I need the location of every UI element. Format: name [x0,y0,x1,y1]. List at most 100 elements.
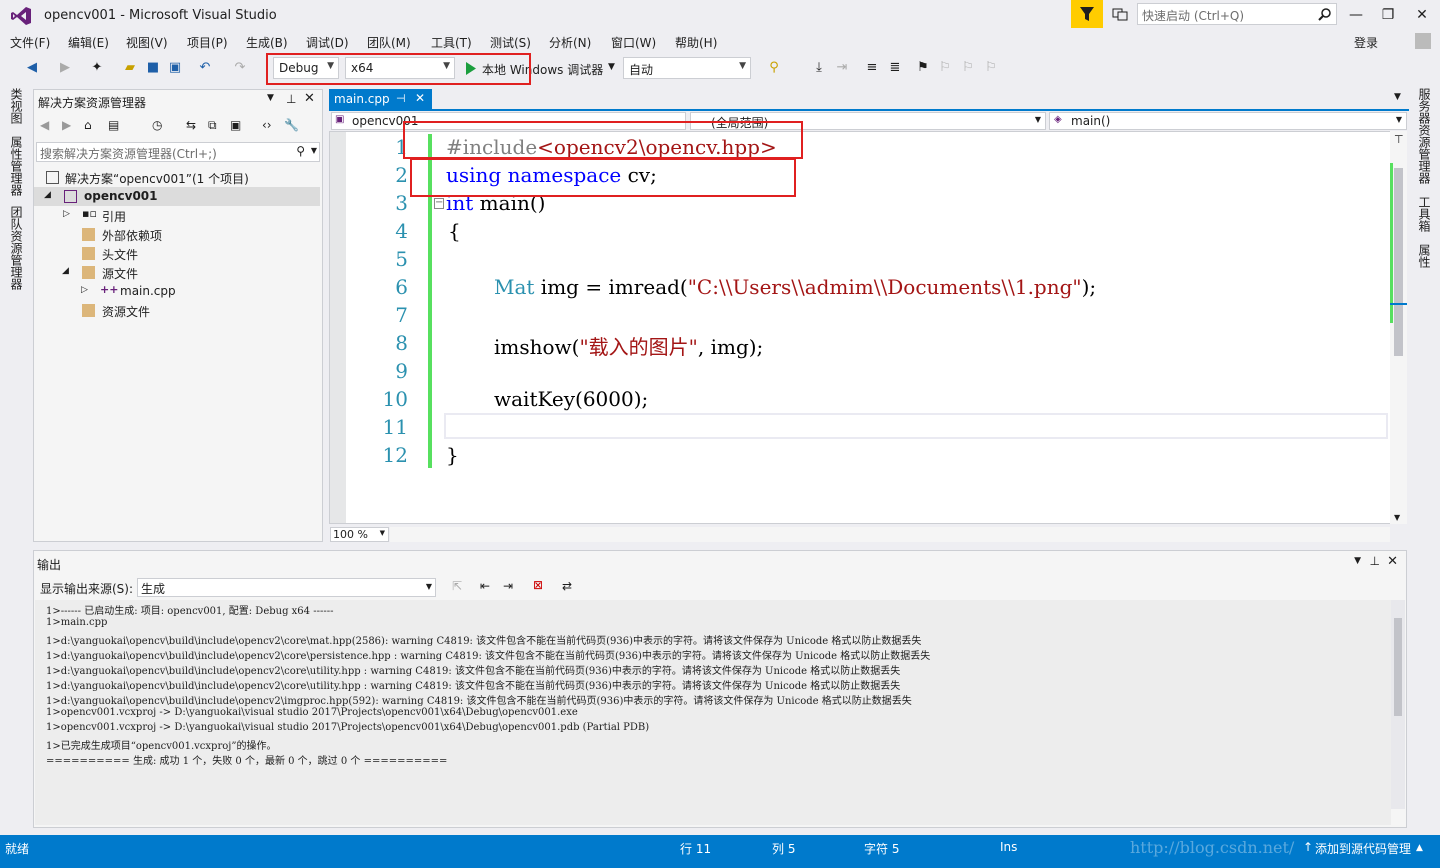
clear-bookmarks-icon[interactable]: ⚐ [983,60,999,76]
maximize-button[interactable]: ❐ [1373,4,1403,26]
add-to-source-control-button[interactable]: 添加到源代码管理 [1315,840,1411,857]
output-vertical-scrollbar[interactable] [1391,600,1405,809]
previous-bookmark-icon[interactable]: ⚐ [937,60,953,76]
minimize-button[interactable]: — [1341,4,1371,26]
zoom-level-select[interactable]: 100 % ▼ [330,527,389,542]
tree-item-external-deps[interactable]: 外部依赖项 [34,225,320,244]
new-project-icon[interactable]: ✦ [89,60,105,76]
login-link[interactable]: 登录 [1354,34,1378,51]
chevron-up-icon[interactable]: ▲ [1416,843,1423,853]
switch-views-icon[interactable]: ▤ [108,118,119,132]
step-into-icon[interactable]: ⤓ [811,60,827,76]
menu-edit[interactable]: 编辑(E) [68,34,109,51]
tree-item-header-files[interactable]: 头文件 [34,244,320,263]
save-all-icon[interactable]: ▣ [167,60,183,76]
start-debugging-button[interactable]: 本地 Windows 调试器 ▼ [463,59,618,79]
collapsed-arrow-icon[interactable]: ▷ [81,285,88,295]
tree-item-main-cpp[interactable]: ▷ ++ main.cpp [34,282,320,301]
editor-vertical-scrollbar[interactable]: ⊤ ▼ [1390,131,1407,524]
tree-item-resource-files[interactable]: 资源文件 [34,301,320,320]
global-scope-select[interactable]: (全局范围) ▼ [690,112,1046,130]
code-editor[interactable] [329,131,1407,524]
previous-message-icon[interactable]: ⇤ [480,579,490,593]
open-folder-icon[interactable]: ▰ [122,60,138,76]
scroll-thumb[interactable] [1394,168,1403,356]
menu-tools[interactable]: 工具(T) [431,34,472,51]
quick-launch-input[interactable]: 快速启动 (Ctrl+Q) [1137,3,1337,25]
member-select[interactable]: ◈ main() ▼ [1049,112,1407,130]
pin-tab-icon[interactable]: ⊣ [396,92,406,105]
expanded-arrow-icon[interactable]: ◢ [44,190,51,200]
menu-build[interactable]: 生成(B) [246,34,288,51]
class-view-tab[interactable]: 类视图 [8,88,25,124]
comment-lines-icon[interactable]: ≡ [864,60,880,76]
save-icon[interactable]: ■ [145,60,161,76]
chevron-down-icon[interactable]: ▼ [1354,556,1361,566]
user-avatar-icon[interactable] [1415,33,1431,49]
pin-icon[interactable]: ⊥ [1370,554,1380,568]
next-message-icon[interactable]: ⇥ [503,579,513,593]
menu-project[interactable]: 项目(P) [187,34,228,51]
collapse-outline-icon[interactable]: − [434,198,444,209]
expanded-arrow-icon[interactable]: ◢ [62,266,69,276]
forward-icon[interactable]: ▶ [62,118,71,132]
collapse-all-icon[interactable]: ⧉ [208,118,217,133]
menu-help[interactable]: 帮助(H) [675,34,717,51]
navigate-forward-icon[interactable]: ▶ [57,60,73,76]
find-in-files-icon[interactable]: ⚲ [766,60,782,76]
step-over-icon[interactable]: ⇥ [834,60,850,76]
tab-list-dropdown-icon[interactable]: ▼ [1394,92,1401,102]
notifications-filter-button[interactable] [1071,0,1103,28]
home-icon[interactable]: ⌂ [84,118,92,132]
solution-platform-select[interactable]: x64 ▼ [345,57,455,79]
navigate-back-icon[interactable]: ◀ [24,60,40,76]
tree-item-solution[interactable]: 解决方案“opencv001”(1 个项目) [34,168,320,187]
output-text-area[interactable]: 1>------ 已启动生成: 项目: opencv001, 配置: Debug… [35,600,1391,825]
scroll-down-arrow-icon[interactable]: ▼ [1394,513,1400,522]
uncomment-lines-icon[interactable]: ≣ [887,60,903,76]
scroll-thumb[interactable] [1394,618,1402,716]
tree-item-project[interactable]: ◢ opencv001 [34,187,320,206]
collapsed-arrow-icon[interactable]: ▷ [63,209,70,219]
solution-search-input[interactable]: 搜索解决方案资源管理器(Ctrl+;) ⚲ ▼ [36,142,320,162]
chevron-down-icon[interactable]: ▼ [311,146,317,155]
word-wrap-icon[interactable]: ⇄ [562,579,572,593]
server-explorer-tab[interactable]: 服务器资源管理器 [1416,88,1433,184]
split-window-icon[interactable]: ⊤ [1394,133,1404,146]
show-all-files-icon[interactable]: ▣ [230,118,241,132]
bookmark-icon[interactable]: ⚑ [915,60,931,76]
close-panel-icon[interactable]: ✕ [304,91,315,106]
solution-configuration-select[interactable]: Debug ▼ [273,57,339,79]
menu-window[interactable]: 窗口(W) [611,34,656,51]
tree-item-references[interactable]: ▷ ▪▫ 引用 [34,206,320,225]
team-explorer-tab[interactable]: 团队资源管理器 [8,206,25,290]
debug-target-select[interactable]: 自动 ▼ [623,57,751,79]
menu-analyze[interactable]: 分析(N) [549,34,591,51]
menu-team[interactable]: 团队(M) [367,34,411,51]
editor-horizontal-scrollbar[interactable] [390,527,1390,542]
feedback-icon[interactable] [1112,6,1128,22]
menu-test[interactable]: 测试(S) [490,34,531,51]
property-manager-tab[interactable]: 属性管理器 [8,136,25,196]
pending-changes-icon[interactable]: ◷ [152,118,162,132]
tree-item-source-files[interactable]: ◢ 源文件 [34,263,320,282]
next-bookmark-icon[interactable]: ⚐ [960,60,976,76]
up-arrow-icon[interactable]: ↑ [1303,840,1313,854]
undo-icon[interactable]: ↶ [197,60,213,76]
menu-view[interactable]: 视图(V) [126,34,168,51]
close-panel-icon[interactable]: ✕ [1387,554,1398,569]
code-view-icon[interactable]: ‹› [262,118,272,132]
go-to-location-icon[interactable]: ⇱ [452,579,462,593]
output-source-select[interactable]: 生成 ▼ [137,578,436,597]
project-scope-select[interactable]: ▣ opencv001 [331,112,686,130]
back-icon[interactable]: ◀ [40,118,49,132]
redo-icon[interactable]: ↷ [232,60,248,76]
close-tab-icon[interactable]: ✕ [415,91,425,105]
chevron-down-icon[interactable]: ▼ [267,93,274,103]
clear-all-icon[interactable]: ⊠ [533,578,543,592]
toolbox-tab[interactable]: 工具箱 [1416,196,1433,232]
menu-debug[interactable]: 调试(D) [306,34,349,51]
properties-wrench-icon[interactable]: 🔧 [284,118,299,132]
pin-icon[interactable]: ⊥ [286,92,296,106]
menu-file[interactable]: 文件(F) [10,34,50,51]
